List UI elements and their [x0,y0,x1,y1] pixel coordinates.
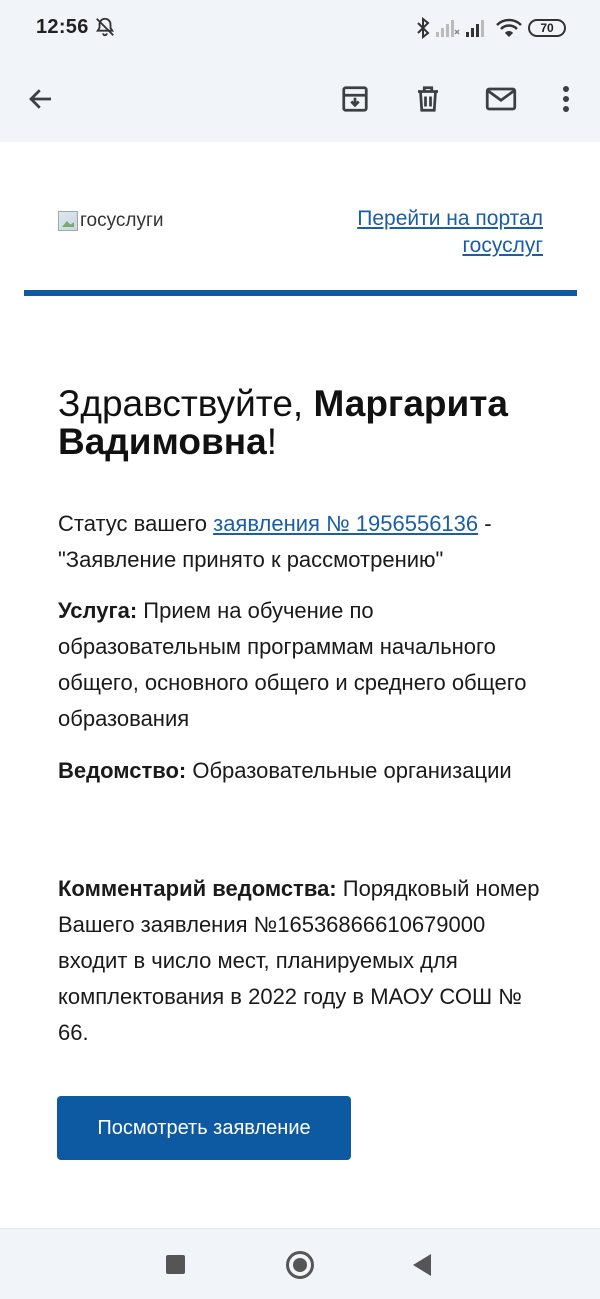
greeting-prefix: Здравствуйте, [58,383,314,424]
home-icon[interactable] [286,1251,314,1279]
comment-value: Порядковый номер Вашего заявления №16536… [58,876,540,1045]
archive-icon [342,86,368,112]
portal-link-line2: госуслуг [462,234,543,257]
status-icons: 70 [416,14,566,42]
agency-label: Ведомство: [58,758,187,783]
mark-unread-icon [485,87,517,111]
status-bar: 12:56 70 [0,0,600,56]
comment-label: Комментарий ведомства: [58,876,337,901]
battery-level: 70 [540,21,554,35]
back-arrow-icon [29,89,51,109]
agency-paragraph: Ведомство: Образовательные организации [58,753,548,789]
broken-image-icon [58,211,78,231]
back-button[interactable] [16,74,66,124]
logo-alt-text: госуслуги [80,210,164,231]
back-icon[interactable] [413,1254,431,1276]
app-bar [0,56,600,142]
greeting-suffix: ! [266,421,277,462]
comment-paragraph: Комментарий ведомства: Порядковый номер … [58,871,548,1051]
bluetooth-icon [417,17,430,39]
status-paragraph: Статус вашего заявления № 1956556136 - "… [58,506,548,578]
view-application-button[interactable]: Посмотреть заявление [57,1096,351,1160]
status-prefix: Статус вашего [58,511,214,536]
recents-icon[interactable] [166,1255,185,1274]
portal-link-line1: Перейти на портал [357,207,543,230]
archive-button[interactable] [330,74,380,124]
header-divider [24,290,577,296]
signal-icon [436,20,460,37]
service-label: Услуга: [58,598,138,623]
bell-off-icon [95,17,115,37]
battery-icon: 70 [528,19,566,37]
application-link[interactable]: заявления № 1956556136 [213,511,478,536]
delete-button[interactable] [403,74,453,124]
portal-link[interactable]: Перейти на портал госуслуг [357,205,543,259]
gosuslugi-logo: госуслуги [58,210,164,232]
signal-icon [466,20,484,37]
agency-value: Образовательные организации [186,758,512,783]
status-time: 12:56 [36,16,89,38]
delete-icon [418,86,438,112]
system-nav-bar [0,1228,600,1299]
more-options-button[interactable] [541,74,591,124]
wifi-icon [496,18,522,37]
greeting: Здравствуйте, Маргарита Вадимовна! [58,385,558,461]
more-vert-icon [563,86,569,112]
mark-unread-button[interactable] [476,74,526,124]
service-paragraph: Услуга: Прием на обучение по образовател… [58,593,548,737]
